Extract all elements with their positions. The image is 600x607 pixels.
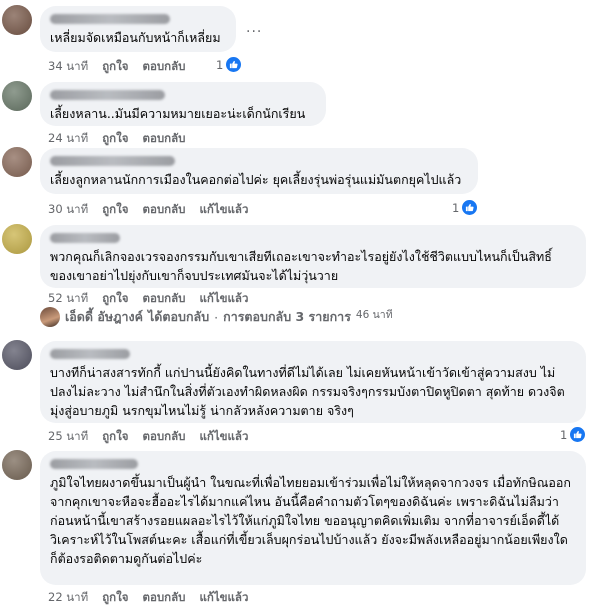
commenter-name-blurred[interactable] xyxy=(50,156,175,166)
commenter-avatar[interactable] xyxy=(2,224,32,254)
reply-button[interactable]: ตอบกลับ xyxy=(142,428,185,446)
comment-bubble: เลี้ยงลูกหลานนักการเมืองในคอกต่อไปค่ะ ยุ… xyxy=(40,148,478,194)
comment-bubble: เหลี่ยมจัดเหมือนกับหน้าก็เหลี่ยม xyxy=(40,6,236,52)
commenter-name-blurred[interactable] xyxy=(50,349,130,359)
comment-time[interactable]: 22 นาที xyxy=(48,589,88,607)
edited-label[interactable]: แก้ไขแล้ว xyxy=(199,428,248,446)
commenter-avatar[interactable] xyxy=(2,340,32,370)
comment-text: บางทีก็น่าสงสารทักกี้ แก่ปานนี้ยังคิดในท… xyxy=(50,365,565,418)
reply-button[interactable]: ตอบกลับ xyxy=(142,589,185,607)
comment-actions: 52 นาที ถูกใจ ตอบกลับ แก้ไขแล้ว xyxy=(48,290,248,308)
comment-text: เหลี่ยมจัดเหมือนกับหน้าก็เหลี่ยม xyxy=(50,30,221,45)
more-options-icon[interactable]: ... xyxy=(246,20,262,36)
comment-bubble: บางทีก็น่าสงสารทักกี้ แก่ปานนี้ยังคิดในท… xyxy=(40,341,586,423)
comment-time[interactable]: 52 นาที xyxy=(48,290,88,308)
like-reaction-icon xyxy=(226,57,242,72)
commenter-name-blurred[interactable] xyxy=(50,233,120,243)
comment-actions: 34 นาที ถูกใจ ตอบกลับ xyxy=(48,58,185,76)
edited-label[interactable]: แก้ไขแล้ว xyxy=(199,201,248,219)
like-button[interactable]: ถูกใจ xyxy=(102,290,128,308)
comment-bubble: เลี้ยงหลาน..มันมีความหมายเยอะน่ะเด็กนักเ… xyxy=(40,82,326,126)
reaction-number: 1 xyxy=(452,200,460,215)
comment-text: เลี้ยงลูกหลานนักการเมืองในคอกต่อไปค่ะ ยุ… xyxy=(50,172,462,187)
edited-label[interactable]: แก้ไขแล้ว xyxy=(199,589,248,607)
comment-bubble: ภูมิใจไทยผงาดขึ้นมาเป็นผู้นำ ในขณะที่เพื… xyxy=(40,451,586,585)
reply-button[interactable]: ตอบกลับ xyxy=(142,290,185,308)
comment-time[interactable]: 24 นาที xyxy=(48,130,88,148)
like-button[interactable]: ถูกใจ xyxy=(102,58,128,76)
reaction-count[interactable]: 1 xyxy=(452,200,478,215)
reaction-number: 1 xyxy=(216,57,224,72)
commenter-avatar[interactable] xyxy=(2,450,32,480)
reply-author-name: เอ็ดดี้ อัษฎางค์ xyxy=(65,309,143,324)
like-reaction-icon xyxy=(462,200,478,215)
reaction-count[interactable]: 1 xyxy=(560,427,586,442)
reply-count: การตอบกลับ 3 รายการ xyxy=(223,309,351,324)
reaction-count[interactable]: 1 xyxy=(216,57,242,72)
reply-button[interactable]: ตอบกลับ xyxy=(142,201,185,219)
commenter-name-blurred[interactable] xyxy=(50,459,138,469)
comment-actions: 25 นาที ถูกใจ ตอบกลับ แก้ไขแล้ว xyxy=(48,428,248,446)
like-button[interactable]: ถูกใจ xyxy=(102,428,128,446)
commenter-name-blurred[interactable] xyxy=(50,14,170,24)
reaction-number: 1 xyxy=(560,427,568,442)
comment-actions: 30 นาที ถูกใจ ตอบกลับ แก้ไขแล้ว xyxy=(48,201,248,219)
comment-time[interactable]: 34 นาที xyxy=(48,58,88,76)
reply-button[interactable]: ตอบกลับ xyxy=(142,58,185,76)
like-button[interactable]: ถูกใจ xyxy=(102,589,128,607)
like-reaction-icon xyxy=(570,427,586,442)
like-button[interactable]: ถูกใจ xyxy=(102,130,128,148)
commenter-avatar[interactable] xyxy=(2,5,32,35)
comment-bubble: พวกคุณก็เลิกจองเวรจองกรรมกับเขาเสียทีเถอ… xyxy=(40,225,586,288)
reply-button[interactable]: ตอบกลับ xyxy=(142,130,185,148)
like-button[interactable]: ถูกใจ xyxy=(102,201,128,219)
comment-time[interactable]: 30 นาที xyxy=(48,201,88,219)
reply-separator: · xyxy=(214,309,219,325)
comment-text: ภูมิใจไทยผงาดขึ้นมาเป็นผู้นำ ในขณะที่เพื… xyxy=(50,475,571,566)
reply-author-avatar xyxy=(40,307,60,327)
reply-action: ได้ตอบกลับ xyxy=(148,309,210,324)
comment-text: เลี้ยงหลาน..มันมีความหมายเยอะน่ะเด็กนักเ… xyxy=(50,106,306,121)
edited-label[interactable]: แก้ไขแล้ว xyxy=(199,290,248,308)
comment-actions: 24 นาที ถูกใจ ตอบกลับ xyxy=(48,130,185,148)
commenter-name-blurred[interactable] xyxy=(50,90,165,100)
commenter-avatar[interactable] xyxy=(2,147,32,177)
reply-time: 46 นาที xyxy=(355,308,393,321)
comment-actions: 22 นาที ถูกใจ ตอบกลับ แก้ไขแล้ว xyxy=(48,589,248,607)
comment-text: พวกคุณก็เลิกจองเวรจองกรรมกับเขาเสียทีเถอ… xyxy=(50,249,552,283)
comment-time[interactable]: 25 นาที xyxy=(48,428,88,446)
commenter-avatar[interactable] xyxy=(2,81,32,111)
reply-thread-summary[interactable]: เอ็ดดี้ อัษฎางค์ ได้ตอบกลับ · การตอบกลับ… xyxy=(40,307,393,327)
